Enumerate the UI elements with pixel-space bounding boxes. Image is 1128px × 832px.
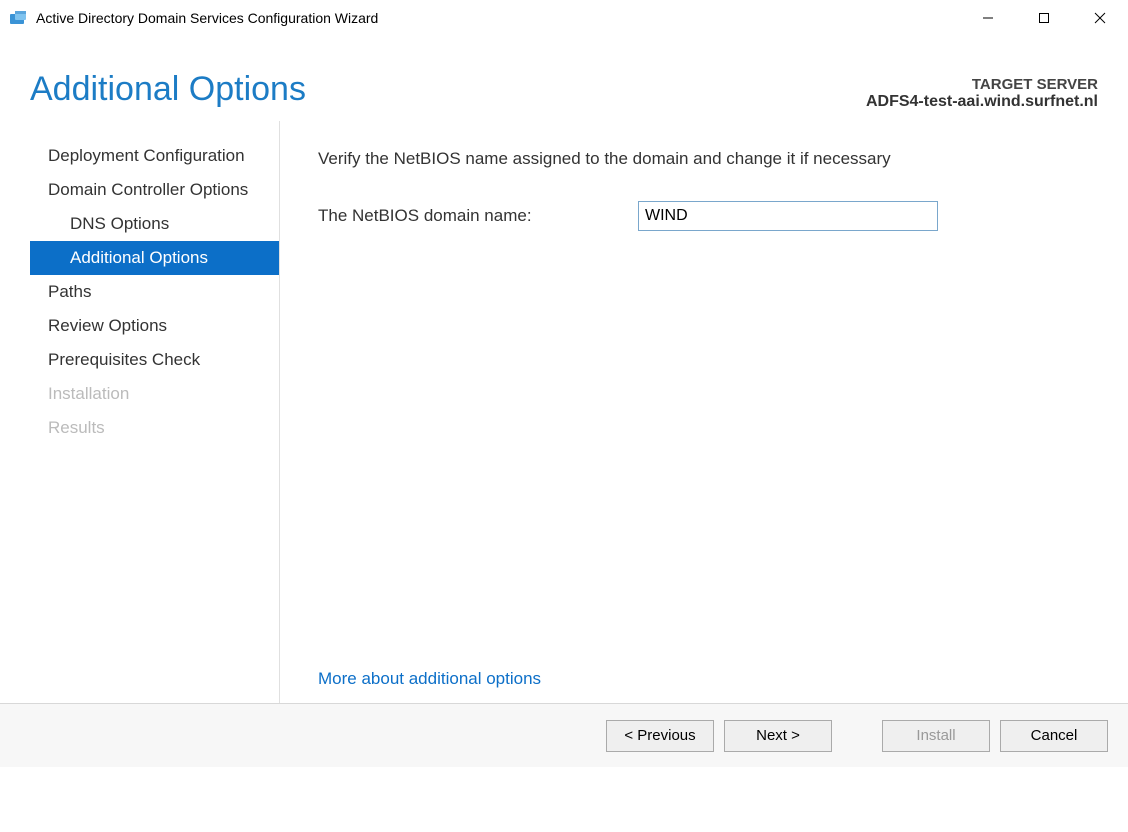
- close-button[interactable]: [1072, 0, 1128, 36]
- nav-item-domain-controller-options[interactable]: Domain Controller Options: [30, 173, 279, 207]
- nav-item-installation: Installation: [30, 377, 279, 411]
- nav-item-review-options[interactable]: Review Options: [30, 309, 279, 343]
- target-server-label: TARGET SERVER: [866, 76, 1098, 93]
- minimize-button[interactable]: [960, 0, 1016, 36]
- target-server-value: ADFS4-test-aai.wind.surfnet.nl: [866, 93, 1098, 111]
- nav-sidebar: Deployment ConfigurationDomain Controlle…: [30, 121, 280, 703]
- footer: < Previous Next > Install Cancel: [0, 703, 1128, 767]
- previous-button[interactable]: < Previous: [606, 720, 714, 752]
- nav-item-additional-options[interactable]: Additional Options: [30, 241, 279, 275]
- window-controls: [960, 0, 1128, 36]
- netbios-input[interactable]: [638, 201, 938, 231]
- nav-item-paths[interactable]: Paths: [30, 275, 279, 309]
- target-server-block: TARGET SERVER ADFS4-test-aai.wind.surfne…: [866, 76, 1098, 111]
- maximize-button[interactable]: [1016, 0, 1072, 36]
- content-pane: Verify the NetBIOS name assigned to the …: [280, 121, 1128, 703]
- install-button: Install: [882, 720, 990, 752]
- nav-item-deployment-configuration[interactable]: Deployment Configuration: [30, 139, 279, 173]
- nav-item-results: Results: [30, 411, 279, 445]
- titlebar: Active Directory Domain Services Configu…: [0, 0, 1128, 36]
- nav-item-prerequisites-check[interactable]: Prerequisites Check: [30, 343, 279, 377]
- next-button[interactable]: Next >: [724, 720, 832, 752]
- header: Additional Options TARGET SERVER ADFS4-t…: [0, 36, 1128, 121]
- nav-item-dns-options[interactable]: DNS Options: [30, 207, 279, 241]
- window-title: Active Directory Domain Services Configu…: [36, 10, 378, 26]
- netbios-field-row: The NetBIOS domain name:: [318, 201, 1098, 231]
- app-icon: [8, 8, 28, 28]
- more-about-link[interactable]: More about additional options: [318, 669, 541, 689]
- instruction-text: Verify the NetBIOS name assigned to the …: [318, 149, 1098, 169]
- cancel-button[interactable]: Cancel: [1000, 720, 1108, 752]
- page-title: Additional Options: [30, 70, 306, 109]
- netbios-label: The NetBIOS domain name:: [318, 206, 638, 226]
